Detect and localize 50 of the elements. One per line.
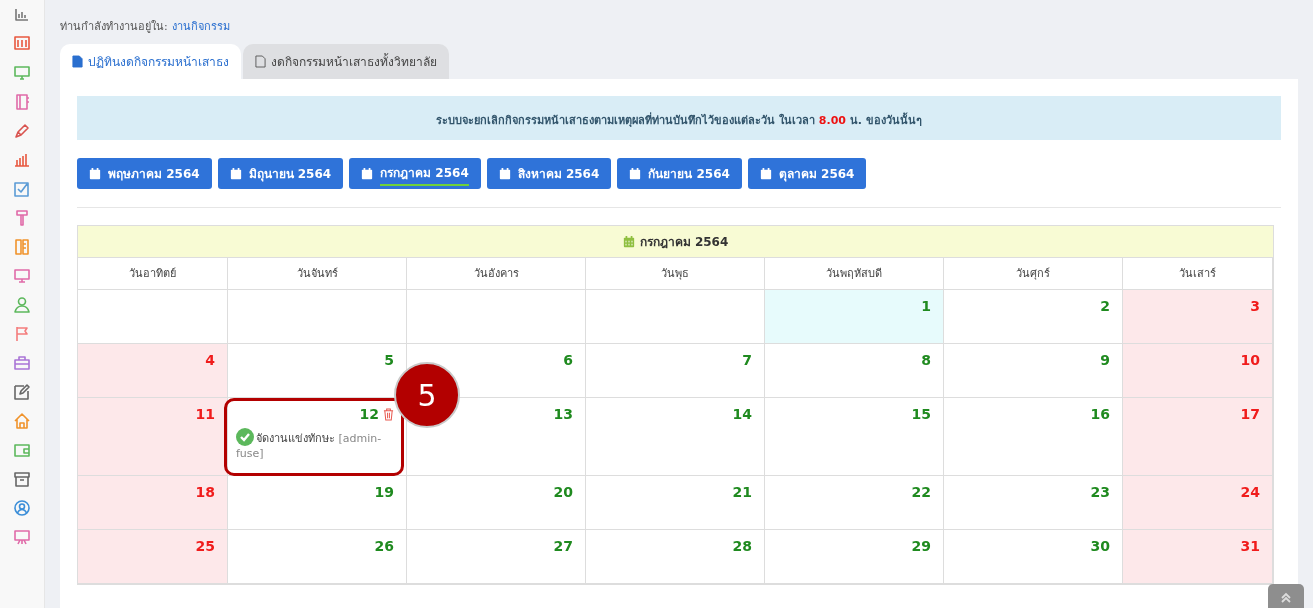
day-number: 21 — [732, 484, 752, 500]
weekday-header: วันศุกร์ — [944, 258, 1123, 290]
day-number: 9 — [1100, 352, 1110, 368]
month-button[interactable]: พฤษภาคม 2564 — [77, 158, 212, 189]
day-number: 8 — [921, 352, 931, 368]
day-number: 26 — [374, 538, 394, 554]
day-number: 28 — [732, 538, 752, 554]
event-text[interactable]: จัดงานแข่งทักษะ [admin-fuse] — [236, 428, 394, 461]
day-number: 7 — [742, 352, 752, 368]
day-number: 10 — [1240, 352, 1260, 368]
day-number: 29 — [911, 538, 931, 554]
weekday-header: วันอาทิตย์ — [78, 258, 228, 290]
month-button[interactable]: ตุลาคม 2564 — [747, 158, 867, 189]
day-number: 18 — [195, 484, 215, 500]
month-button[interactable]: กรกฎาคม 2564 — [349, 158, 481, 189]
tab[interactable]: ปฏิทินงดกิจกรรมหน้าเสาธง — [60, 44, 241, 79]
day-number: 20 — [553, 484, 573, 500]
day-number: 4 — [205, 352, 215, 368]
weekday-header: วันจันทร์ — [228, 258, 407, 290]
day-number: 11 — [195, 406, 215, 422]
day-number: 27 — [553, 538, 573, 554]
month-button[interactable]: กันยายน 2564 — [617, 158, 742, 189]
step-number: 5 — [394, 362, 460, 428]
day-number: 23 — [1090, 484, 1110, 500]
day-number: 3 — [1250, 298, 1260, 314]
day-number: 16 — [1090, 406, 1110, 422]
day-number: 13 — [553, 406, 573, 422]
day-number: 31 — [1240, 538, 1260, 554]
day-number: 24 — [1240, 484, 1260, 500]
calendar-title: กรกฎาคม 2564 — [639, 234, 729, 251]
day-number: 22 — [911, 484, 931, 500]
day-number: 17 — [1240, 406, 1260, 422]
day-number: 2 — [1100, 298, 1110, 314]
breadcrumb-link[interactable]: งานกิจกรรม — [171, 18, 230, 32]
day-number: 25 — [195, 538, 215, 554]
day-number: 6 — [563, 352, 573, 368]
day-number: 14 — [732, 406, 752, 422]
weekday-header: วันพุธ — [586, 258, 765, 290]
day-number: 12 — [359, 406, 379, 422]
month-button[interactable]: มิถุนายน 2564 — [217, 158, 344, 189]
day-number: 1 — [921, 298, 931, 314]
tab[interactable]: งดกิจกรรมหน้าเสาธงทั้งวิทยาลัย — [243, 44, 449, 79]
breadcrumb-label: ท่านกำลังทำงานอยู่ใน: — [60, 19, 168, 32]
notice-banner: ระบบจะยกเลิกกิจกรรมหน้าเสาธงตามเหตุผลที่ท่านบันทึกไว้ของแต่ละวัน ในเวลา 8.00 น. ของวันนั้นๆ — [77, 96, 1281, 140]
day-number: 15 — [911, 406, 931, 422]
day-number: 5 — [384, 352, 394, 368]
weekday-header: วันอังคาร — [407, 258, 586, 290]
day-number: 30 — [1090, 538, 1110, 554]
month-button[interactable]: สิงหาคม 2564 — [486, 158, 612, 189]
day-number: 19 — [374, 484, 394, 500]
